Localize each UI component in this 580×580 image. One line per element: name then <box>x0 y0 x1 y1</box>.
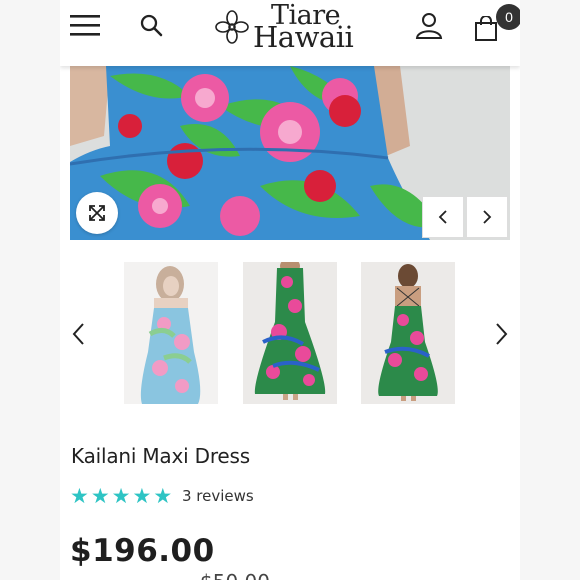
cart-count-badge: 0 <box>496 4 520 30</box>
zoom-button[interactable] <box>76 192 118 234</box>
star-icon: ★ <box>153 484 173 508</box>
shopping-bag-icon[interactable]: 0 <box>468 4 520 44</box>
chevron-right-icon <box>483 210 492 224</box>
thumbnail-front-view[interactable] <box>124 262 218 404</box>
image-next-button[interactable] <box>466 196 508 238</box>
chevron-left-icon <box>72 323 84 345</box>
flower-logo-icon <box>215 10 249 44</box>
right-margin <box>520 0 580 580</box>
rating-stars[interactable]: ★ ★ ★ ★ ★ <box>70 485 172 507</box>
hamburger-menu-icon[interactable] <box>68 10 102 40</box>
product-title: Kailani Maxi Dress <box>71 444 250 468</box>
thumbnails-prev-button[interactable] <box>64 318 92 350</box>
product-price: $196.00 <box>70 533 215 569</box>
chevron-right-icon <box>496 323 508 345</box>
chevron-left-icon <box>438 210 447 224</box>
thumbnail-full-length[interactable] <box>243 262 337 404</box>
left-margin <box>0 0 60 580</box>
star-icon: ★ <box>111 484 131 508</box>
site-header: Tiare Hawaii 0 <box>60 0 520 66</box>
star-icon: ★ <box>70 484 89 508</box>
thumbnails-next-button[interactable] <box>488 318 516 350</box>
user-account-icon[interactable] <box>412 8 446 42</box>
search-icon[interactable] <box>136 10 166 40</box>
star-icon: ★ <box>132 484 152 508</box>
brand-logo[interactable]: Tiare Hawaii <box>215 0 365 56</box>
logo-text-hawaii: Hawaii <box>253 20 354 54</box>
star-icon: ★ <box>90 484 110 508</box>
thumbnail-back-view[interactable] <box>361 262 455 404</box>
secondary-price-partial: $50.00 <box>200 570 270 580</box>
reviews-link[interactable]: 3 reviews <box>182 487 254 505</box>
image-prev-button[interactable] <box>422 196 464 238</box>
expand-arrows-icon <box>89 205 105 221</box>
mobile-page: Tiare Hawaii 0 Kailani Maxi Dress ★ ★ ★ … <box>60 0 520 580</box>
